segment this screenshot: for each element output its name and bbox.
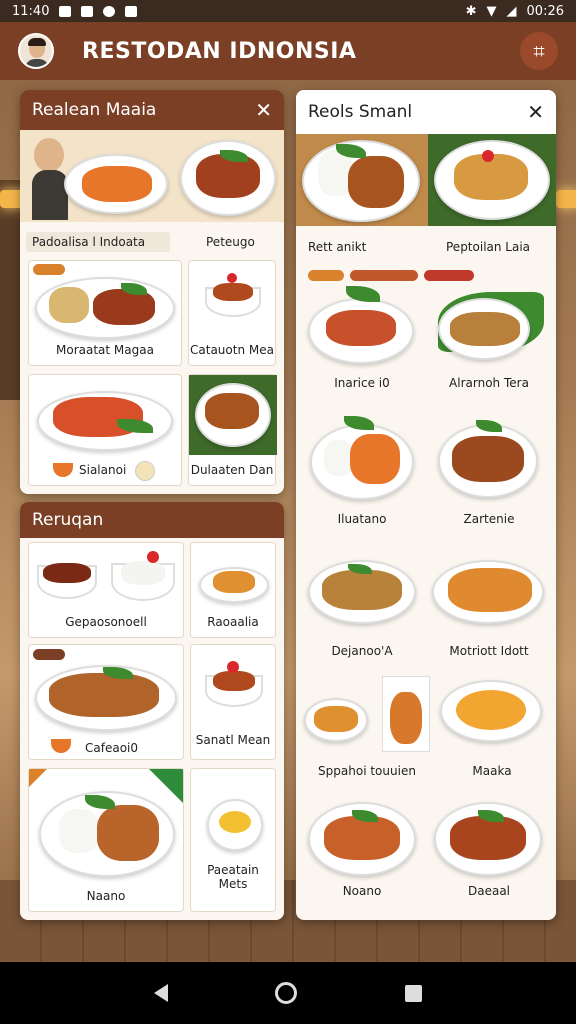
menu-card-label: Motriott Idott [449,644,529,658]
menu-card[interactable]: Zartenie [428,410,550,536]
app-bar: RESTODAN IDNONSIA ⌗ [0,22,576,80]
app-title: RESTODAN IDNONSIA [82,38,357,64]
menu-card-label: Catauotn Mea [190,343,274,357]
menu-card-label: Dulaaten Dan [190,463,274,477]
menu-card-label: Sialanoi [79,463,127,477]
shelf [0,180,22,400]
hero-caption-right: Peptoilan Laia [446,240,531,254]
badge [33,649,65,660]
badge [350,270,418,281]
menu-card[interactable]: Raoaalia [190,542,276,638]
status-clock: 00:26 [526,3,564,19]
panel-title: Reruqan [32,510,104,530]
menu-card-label: Inarice i0 [334,376,390,390]
menu-card[interactable]: Noano [302,796,422,914]
corner-badge [149,769,183,803]
bowl-icon [53,463,73,477]
close-icon[interactable]: ✕ [527,102,544,122]
recent-apps-icon[interactable] [405,984,423,1002]
menu-card[interactable]: Dejanoo'A [302,544,422,668]
menu-card[interactable]: Motriott Idott [428,544,550,668]
hero-caption-right: Peteugo [206,235,255,249]
menu-card[interactable]: Gepaosonoell [28,542,184,638]
menu-card-label: Moraatat Magaa [56,343,154,357]
image-icon [81,5,94,17]
play-icon [125,5,138,17]
panel-recommended: Reruqan Gepaosonoell Raoaalia Cafeaoi0 S… [20,502,284,920]
status-time: 11:40 [12,3,50,19]
chef-figure [34,138,64,172]
menu-card[interactable]: Sialanoi [28,374,182,486]
panel-menu-list: Reols Smanl ✕ Rett anikt Peptoilan Laia … [296,90,556,920]
signal-icon: ◢ [506,3,517,19]
panel-title: Reols Smanl [308,102,413,122]
menu-card[interactable]: Catauotn Mea [188,260,276,366]
menu-card-label: Raoaalia [207,615,259,629]
menu-card-label: Sppahoi touuien [318,764,416,778]
system-nav-bar [0,962,576,1024]
bowl-icon [51,739,71,753]
sync-icon [103,5,116,17]
menu-card[interactable]: Cafeaoi0 [28,644,184,760]
menu-card[interactable]: Alrarnoh Tera [428,284,550,404]
bluetooth-icon: ✱ [465,3,477,19]
menu-card[interactable]: Naano [28,768,184,912]
wifi-icon: ▼ [486,3,497,19]
menu-card[interactable]: Paeatain Mets [190,768,276,912]
menu-card[interactable]: Inarice i0 [302,284,422,404]
side-dish-icon [135,461,155,481]
menu-card-label: Paeatain Mets [207,863,259,891]
menu-card[interactable]: Sanatl Mean [190,644,276,760]
menu-card-label: Naano [86,889,126,903]
home-icon[interactable] [275,982,298,1004]
hero-banner[interactable] [20,130,284,222]
food [82,166,152,202]
menu-card-label: Noano [342,884,382,898]
menu-card-label: Sanatl Mean [195,733,271,747]
menu-card-label: Daeaal [467,884,511,898]
status-bar: 11:40 ✱ ▼ ◢ 00:26 [0,0,576,22]
menu-card-label: Zartenie [463,512,515,526]
menu-card-label: Cafeaoi0 [85,741,139,755]
close-icon[interactable]: ✕ [255,100,272,120]
hero-caption-left: Rett anikt [308,240,367,254]
menu-card-label: Iluatano [337,512,387,526]
panel-header: Reols Smanl ✕ [296,90,556,134]
menu-card-label: Maaka [472,764,512,778]
badge [33,264,65,275]
panel-header: Realean Maaia ✕ [20,90,284,130]
lamp [556,190,576,208]
menu-card[interactable]: Moraatat Magaa [28,260,182,366]
menu-icon[interactable]: ⌗ [520,32,558,70]
badge [308,270,344,281]
panel-featured: Realean Maaia ✕ Padoalisa l Indoata Pete… [20,90,284,494]
corner-badge [29,769,47,787]
badge [424,270,474,281]
hero-banner[interactable] [296,134,556,226]
menu-card-label: Alrarnoh Tera [449,376,529,390]
menu-card[interactable]: Sppahoi touuien [302,676,432,788]
avatar[interactable] [18,33,54,69]
menu-card[interactable]: Maaka [434,676,550,788]
panel-title: Realean Maaia [32,100,157,120]
menu-card[interactable]: Dulaaten Dan [188,374,277,486]
menu-card-label: Gepaosonoell [65,615,147,629]
panel-header: Reruqan [20,502,284,538]
menu-card[interactable]: Iluatano [302,410,422,536]
notification-icon [59,5,72,17]
menu-card[interactable]: Daeaal [428,796,550,914]
hero-caption-left: Padoalisa l Indoata [26,232,170,252]
back-icon[interactable] [153,984,168,1002]
menu-card-label: Dejanoo'A [331,644,393,658]
